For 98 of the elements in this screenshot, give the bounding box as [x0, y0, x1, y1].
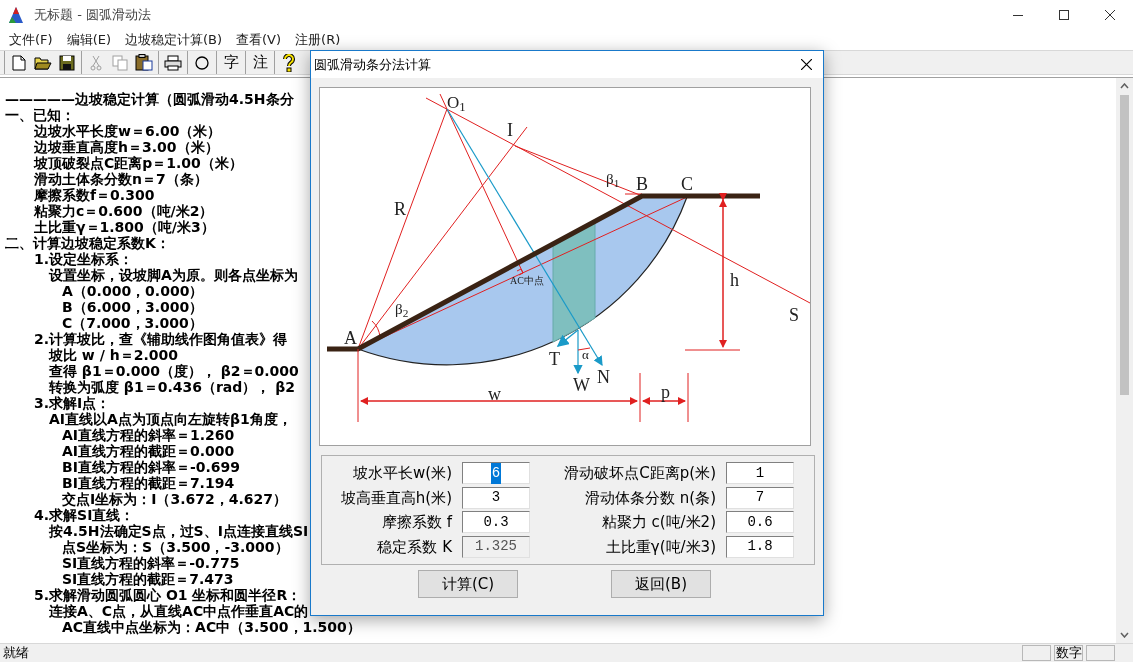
document-text-line: 坡顶破裂点C距离p＝1.00（米） [34, 155, 243, 171]
field-label: 坡水平长w(米) [352, 463, 452, 484]
document-text-line: 2.计算坡比，查《辅助线作图角值表》得 [34, 331, 288, 347]
dialog-button[interactable]: 返回(B) [611, 570, 711, 598]
question-mark-icon [283, 53, 295, 72]
menu-item[interactable]: 边坡稳定计算(B) [118, 30, 230, 50]
document-text-line: SI直线方程的斜率＝-0.775 [62, 555, 240, 571]
diagram-label: N [597, 368, 610, 386]
document-text-line: 二、计算边坡稳定系数K： [5, 235, 170, 251]
document-text-line: 查得 β1＝0.000（度）， β2＝0.000 [49, 363, 299, 379]
menu-item[interactable]: 编辑(E) [59, 30, 118, 50]
status-message: 就绪 [3, 644, 29, 662]
document-text-line: 连接A、C点，从直线AC中点作垂直AC的 [49, 603, 309, 619]
document-text-line: 转换为弧度 β1＝0.436（rad）， β2 [49, 379, 295, 395]
document-text-line: 滑动土体条分数n＝7（条） [34, 171, 208, 187]
diagram-label: B [636, 175, 648, 193]
document-text-line: 1.设定坐标系： [34, 251, 134, 267]
document-text-line: SI直线方程的截距＝7.473 [62, 571, 234, 587]
document-text-line: AI直线方程的斜率＝1.260 [62, 427, 235, 443]
diagram-label: R [394, 200, 406, 218]
diagram-label: A [344, 329, 357, 347]
toolbar-button[interactable]: 字 [219, 51, 243, 74]
document-text-line: 粘聚力c＝0.600（吨/米2） [34, 203, 214, 219]
toolbar-button[interactable] [132, 51, 156, 74]
diagram-label: p [661, 383, 670, 401]
circle-icon [195, 55, 209, 70]
input-field[interactable]: 0.3 [462, 511, 530, 534]
input-field[interactable]: 0.6 [726, 511, 794, 534]
input-field[interactable]: 3 [462, 486, 530, 509]
close-icon [800, 59, 812, 70]
scrollbar-thumb[interactable] [1120, 95, 1129, 395]
field-label: 稳定系数 K [376, 536, 452, 558]
document-text-line: AC直线中点坐标为：AC中（3.500，1.500） [62, 619, 361, 635]
document-text-line: 点S坐标为：S（3.500，-3.000） [62, 539, 289, 555]
minimize-icon [1013, 14, 1023, 16]
open-folder-icon [34, 55, 52, 70]
menu-item[interactable]: 文件(F) [2, 30, 60, 50]
maximize-icon [1059, 10, 1069, 20]
document-text-line: 按4.5H法确定S点，过S、I点连接直线SI [49, 523, 309, 539]
copy-icon [112, 54, 128, 71]
input-field[interactable]: 1.8 [726, 535, 794, 558]
clipboard-icon [135, 54, 153, 71]
status-panel: 数字 [1054, 645, 1083, 661]
document-text-line: A（0.000，0.000） [62, 283, 204, 299]
status-panel [1086, 645, 1115, 661]
scroll-down-icon [1120, 632, 1129, 638]
document-text-line: C（7.000，3.000） [62, 315, 203, 331]
dialog-button[interactable]: 计算(C) [418, 570, 518, 598]
document-text-line: BI直线方程的斜率＝-0.699 [62, 459, 240, 475]
field-label: 粘聚力 c(吨/米2) [600, 512, 716, 533]
diagram-label: AC中点 [510, 276, 544, 286]
scroll-up-icon [1120, 83, 1129, 89]
field-label: 滑动体条分数 n(条) [584, 487, 716, 509]
field-label: 滑动破坏点C距离p(米) [563, 463, 716, 484]
document-text-line: B（6.000，3.000） [62, 299, 204, 315]
close-icon [1105, 10, 1115, 20]
document-text-line: 3.求解I点： [34, 395, 111, 411]
field-label: 土比重γ(吨/米3) [604, 536, 716, 558]
document-text-line: —————边坡稳定计算（圆弧滑动4.5H条分 [5, 91, 294, 107]
document-text-line: AI直线方程的截距＝0.000 [62, 443, 235, 459]
window-title: 无标题 - 圆弧滑动法 [34, 6, 151, 25]
document-text-line: 5.求解滑动圆弧圆心 O1 坐标和圆半径R： [34, 587, 302, 603]
diagram-label: S [789, 306, 799, 324]
diagram-label: α [582, 348, 589, 361]
menu-item[interactable]: 查看(V) [229, 30, 289, 50]
document-text-line: 交点I坐标为：I（3.672，4.627） [62, 491, 287, 507]
dialog-title: 圆弧滑动条分法计算 [314, 55, 431, 74]
diagram-label: I [507, 121, 513, 139]
diagram-label: h [730, 271, 739, 289]
diagram-label: T [549, 350, 560, 368]
document-text-line: 摩擦系数f＝0.300 [34, 187, 155, 203]
input-field[interactable]: 6 [462, 462, 530, 485]
document-text-line: AI直线以A点为顶点向左旋转β1角度， [49, 411, 292, 427]
document-text-line: 4.求解SI直线： [34, 507, 135, 523]
diagram-label: O$_{1}$ [447, 94, 466, 111]
new-document-icon [12, 54, 26, 71]
field-label: 坡高垂直高h(米) [339, 487, 452, 509]
diagram-label: w [488, 385, 501, 403]
printer-icon [164, 54, 182, 71]
input-field[interactable]: 1 [726, 462, 794, 485]
vertical-scrollbar[interactable] [1116, 78, 1133, 643]
scissors-icon [89, 54, 103, 71]
field-label: 摩擦系数 f [380, 512, 452, 533]
document-text-line: 坡比 w / h＝2.000 [49, 347, 178, 363]
input-field[interactable]: 7 [726, 486, 794, 509]
document-text-line: BI直线方程的截距＝7.194 [62, 475, 235, 491]
document-text-line: 边坡垂直高度h＝3.00（米） [34, 139, 219, 155]
app-logo-icon [8, 6, 24, 24]
toolbar-button[interactable]: 注 [248, 51, 272, 74]
status-panel [1022, 645, 1051, 661]
document-text-line: 边坡水平长度w＝6.00（米） [34, 123, 222, 139]
document-text-line: 一、已知： [5, 107, 75, 123]
diagram-label: C [681, 175, 693, 193]
document-text-line: 土比重γ＝1.800（吨/米3） [34, 219, 215, 235]
diagram-label: W [573, 376, 590, 394]
document-text-line: 设置坐标，设坡脚A为原。则各点坐标为 [49, 267, 298, 283]
diagram-label: β$_{2}$ [395, 302, 409, 317]
menu-item[interactable]: 注册(R) [288, 30, 348, 50]
